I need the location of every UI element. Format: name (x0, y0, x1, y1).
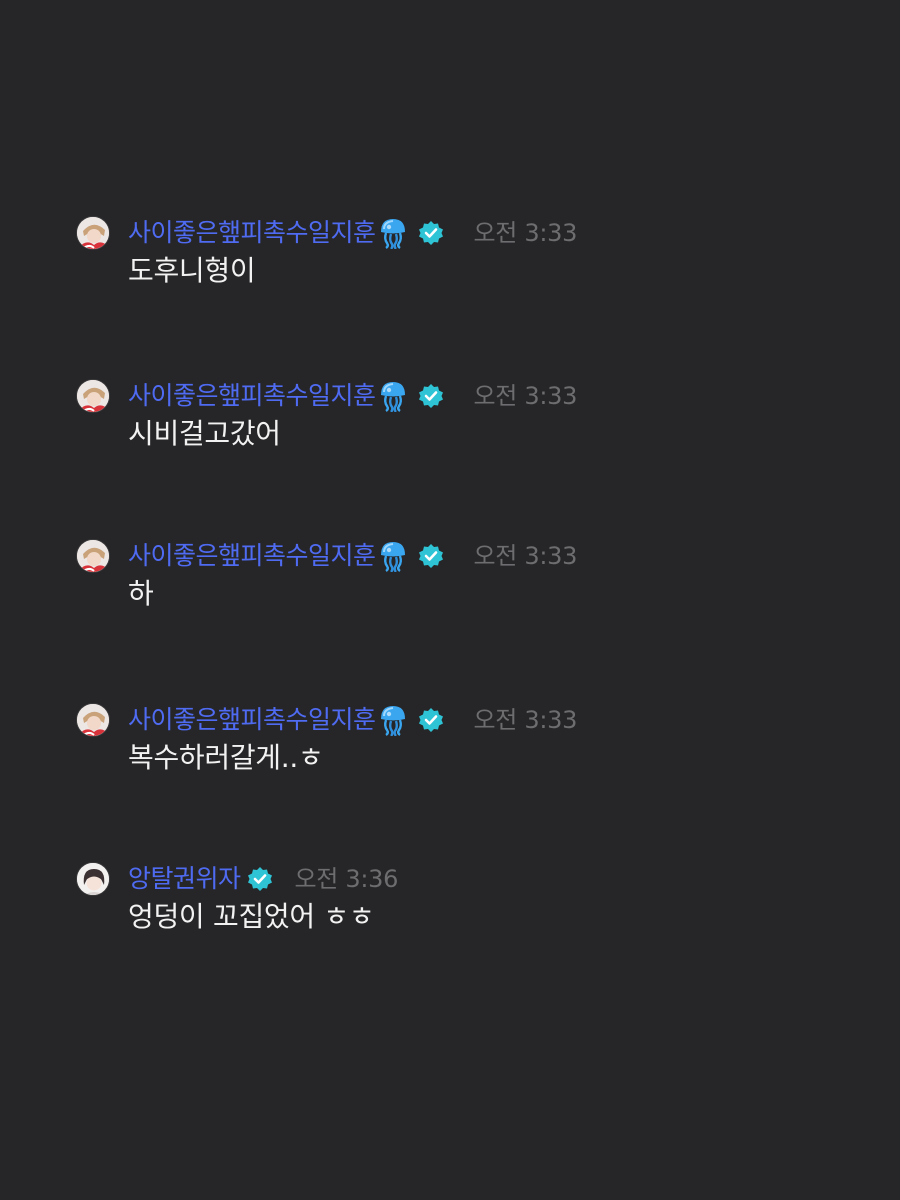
jellyfish-icon (378, 704, 408, 737)
chat-message: 사이좋은햎피촉수일지훈 오전 3:33 도후니형이 (76, 216, 876, 306)
chat-message: 사이좋은햎피촉수일지훈 오전 3:33 시비걸고갔어 (76, 379, 876, 469)
message-timestamp: 오전 3:33 (473, 542, 578, 570)
message-text: 시비걸고갔어 (128, 417, 281, 450)
jellyfish-icon (378, 540, 408, 573)
message-header: 사이좋은햎피촉수일지훈 오전 3:33 (128, 216, 577, 250)
avatar[interactable] (76, 703, 110, 737)
username[interactable]: 사이좋은햎피촉수일지훈 (128, 539, 376, 573)
verified-badge-icon (418, 383, 444, 409)
avatar[interactable] (76, 539, 110, 573)
message-text: 도후니형이 (128, 254, 256, 287)
message-timestamp: 오전 3:33 (473, 706, 578, 734)
message-header: 사이좋은햎피촉수일지훈 오전 3:33 (128, 703, 577, 737)
verified-badge-icon (418, 220, 444, 246)
verified-badge-icon (418, 707, 444, 733)
chat-message-list: 사이좋은햎피촉수일지훈 오전 3:33 도후니형이 사이좋은햎피촉수일지훈 오전… (0, 0, 900, 1200)
jellyfish-icon (378, 217, 408, 250)
chat-message: 사이좋은햎피촉수일지훈 오전 3:33 하 (76, 539, 876, 629)
username[interactable]: 사이좋은햎피촉수일지훈 (128, 216, 376, 250)
avatar[interactable] (76, 379, 110, 413)
username[interactable]: 사이좋은햎피촉수일지훈 (128, 703, 376, 737)
message-header: 사이좋은햎피촉수일지훈 오전 3:33 (128, 539, 577, 573)
avatar[interactable] (76, 216, 110, 250)
message-timestamp: 오전 3:36 (294, 865, 399, 893)
chat-message: 사이좋은햎피촉수일지훈 오전 3:33 복수하러갈게..ㅎ (76, 703, 876, 793)
jellyfish-icon (378, 380, 408, 413)
username[interactable]: 앙탈권위자 (128, 862, 241, 896)
message-text: 엉덩이 꼬집었어 ㅎㅎ (128, 900, 375, 933)
verified-badge-icon (418, 543, 444, 569)
username[interactable]: 사이좋은햎피촉수일지훈 (128, 379, 376, 413)
message-timestamp: 오전 3:33 (473, 219, 578, 247)
message-header: 앙탈권위자 오전 3:36 (128, 862, 398, 896)
avatar[interactable] (76, 862, 110, 896)
message-timestamp: 오전 3:33 (473, 382, 578, 410)
message-text: 하 (128, 577, 154, 610)
chat-message: 앙탈권위자 오전 3:36 엉덩이 꼬집었어 ㅎㅎ (76, 862, 876, 952)
verified-badge-icon (247, 866, 273, 892)
message-text: 복수하러갈게..ㅎ (128, 741, 324, 774)
message-header: 사이좋은햎피촉수일지훈 오전 3:33 (128, 379, 577, 413)
